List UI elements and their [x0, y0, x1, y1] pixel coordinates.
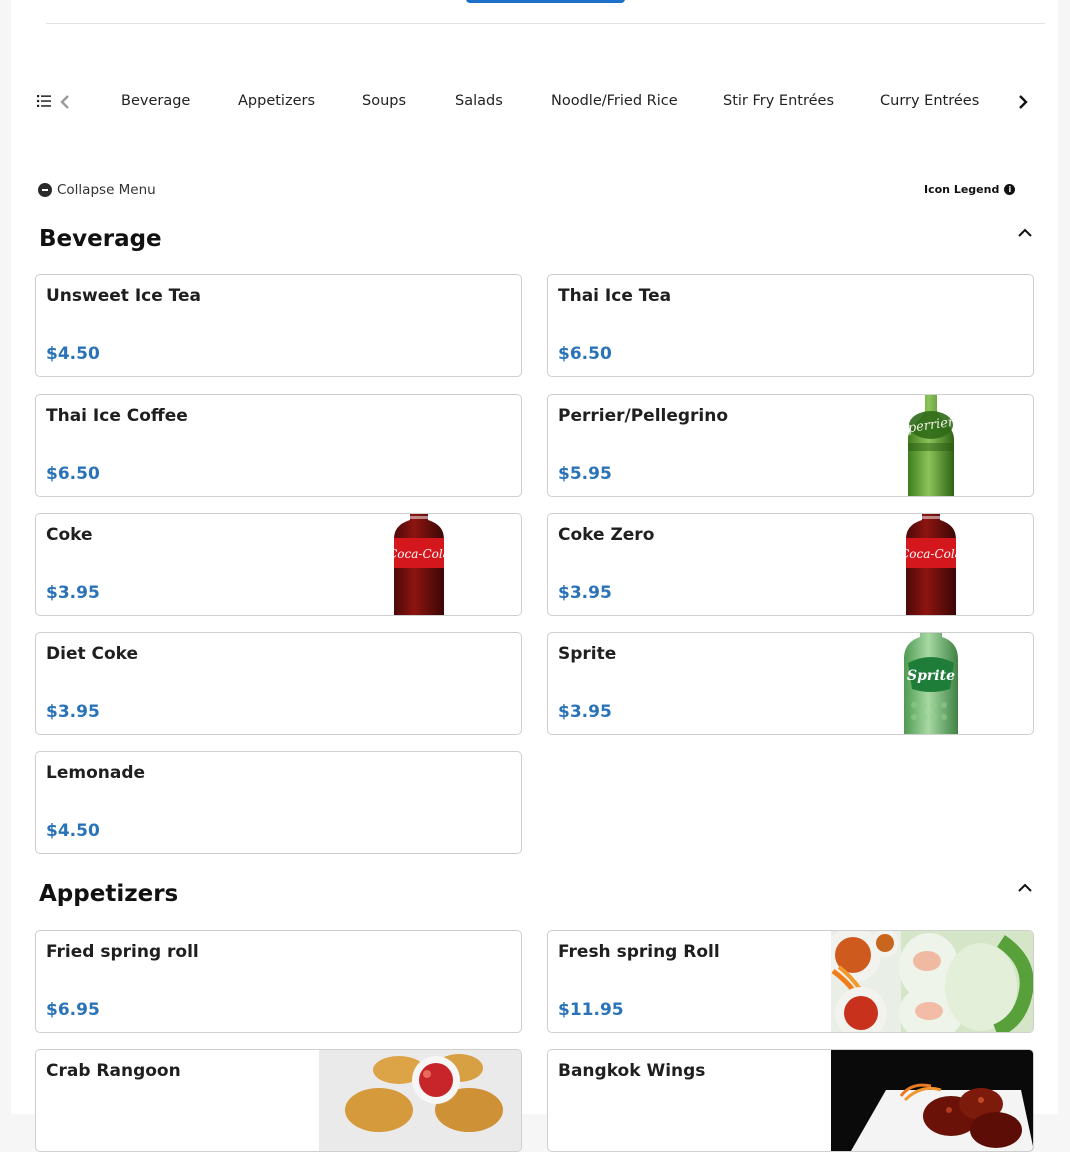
- item-price: $6.50: [558, 344, 612, 364]
- sprite-bottle-image: Sprite: [904, 633, 958, 734]
- item-name: Thai Ice Coffee: [46, 406, 188, 426]
- menu-item-card[interactable]: Fresh spring Roll $11.95: [547, 930, 1034, 1033]
- coca-cola-bottle-image: Coca-Cola: [388, 514, 450, 615]
- collapse-menu-button[interactable]: Collapse Menu: [38, 181, 156, 199]
- svg-text:Coca-Cola: Coca-Cola: [900, 547, 962, 561]
- spring-roll-image: [831, 931, 1033, 1032]
- menu-item-card[interactable]: Lemonade $4.50: [35, 751, 522, 854]
- chevron-up-icon[interactable]: [1018, 228, 1032, 238]
- item-name: Crab Rangoon: [46, 1061, 181, 1081]
- tab-salads[interactable]: Salads: [455, 93, 503, 109]
- menu-item-card[interactable]: Coke $3.95 Coca-Cola: [35, 513, 522, 616]
- menu-item-card[interactable]: Diet Coke $3.95: [35, 632, 522, 735]
- menu-item-card[interactable]: Fried spring roll $6.95: [35, 930, 522, 1033]
- item-name: Diet Coke: [46, 644, 139, 664]
- crab-rangoon-image: [319, 1050, 521, 1151]
- menu-item-card[interactable]: Bangkok Wings: [547, 1049, 1034, 1152]
- section-title-beverage: Beverage: [39, 226, 162, 252]
- tab-curry-entrees[interactable]: Curry Entrées: [880, 93, 979, 109]
- item-price: $3.95: [558, 583, 612, 603]
- item-name: Thai Ice Tea: [558, 286, 672, 306]
- collapse-menu-label: Collapse Menu: [57, 182, 156, 198]
- svg-text:Coca-Cola: Coca-Cola: [388, 547, 450, 561]
- category-nav: Beverage Appetizers Soups Salads Noodle/…: [35, 82, 1035, 122]
- tab-beverage[interactable]: Beverage: [121, 93, 190, 109]
- item-name: Coke Zero: [558, 525, 655, 545]
- item-name: Fried spring roll: [46, 942, 199, 962]
- item-name: Perrier/Pellegrino: [558, 406, 729, 426]
- bangkok-wings-image: [831, 1050, 1033, 1151]
- item-price: $5.95: [558, 464, 612, 484]
- icon-legend-label: Icon Legend: [924, 182, 1000, 196]
- minus-circle-icon: [38, 183, 52, 197]
- item-price: $11.95: [558, 1000, 624, 1020]
- section-title-appetizers: Appetizers: [39, 881, 179, 907]
- tab-soups[interactable]: Soups: [362, 93, 406, 109]
- chevron-right-icon[interactable]: [1017, 94, 1029, 110]
- icon-legend-button[interactable]: Icon Legend i: [924, 181, 1016, 197]
- tab-noodle-fried-rice[interactable]: Noodle/Fried Rice: [551, 93, 678, 109]
- item-price: $3.95: [46, 702, 100, 722]
- menu-item-card[interactable]: Sprite $3.95 Sprite: [547, 632, 1034, 735]
- tab-stir-fry-entrees[interactable]: Stir Fry Entrées: [723, 93, 834, 109]
- item-price: $6.50: [46, 464, 100, 484]
- menu-item-card[interactable]: Crab Rangoon: [35, 1049, 522, 1152]
- top-action-button[interactable]: [466, 0, 625, 3]
- item-price: $3.95: [558, 702, 612, 722]
- list-icon[interactable]: [37, 94, 51, 108]
- menu-item-card[interactable]: Thai Ice Coffee $6.50: [35, 394, 522, 497]
- item-price: $6.95: [46, 1000, 100, 1020]
- coca-cola-bottle-image: Coca-Cola: [900, 514, 962, 615]
- item-name: Coke: [46, 525, 93, 545]
- menu-item-card[interactable]: Coke Zero $3.95 Coca-Cola: [547, 513, 1034, 616]
- item-name: Bangkok Wings: [558, 1061, 706, 1081]
- chevron-left-icon[interactable]: [59, 94, 71, 110]
- menu-item-card[interactable]: Unsweet Ice Tea $4.50: [35, 274, 522, 377]
- item-price: $4.50: [46, 821, 100, 841]
- item-price: $4.50: [46, 344, 100, 364]
- info-icon: i: [1004, 183, 1016, 195]
- chevron-up-icon[interactable]: [1018, 883, 1032, 893]
- item-name: Unsweet Ice Tea: [46, 286, 202, 306]
- item-name: Sprite: [558, 644, 617, 664]
- menu-item-card[interactable]: Thai Ice Tea $6.50: [547, 274, 1034, 377]
- perrier-bottle-image: perrier: [907, 395, 956, 496]
- divider: [46, 23, 1045, 24]
- svg-text:Sprite: Sprite: [907, 668, 955, 684]
- menu-item-card[interactable]: Perrier/Pellegrino $5.95 perrier: [547, 394, 1034, 497]
- tab-appetizers[interactable]: Appetizers: [238, 93, 315, 109]
- item-name: Lemonade: [46, 763, 146, 783]
- item-price: $3.95: [46, 583, 100, 603]
- item-name: Fresh spring Roll: [558, 942, 720, 962]
